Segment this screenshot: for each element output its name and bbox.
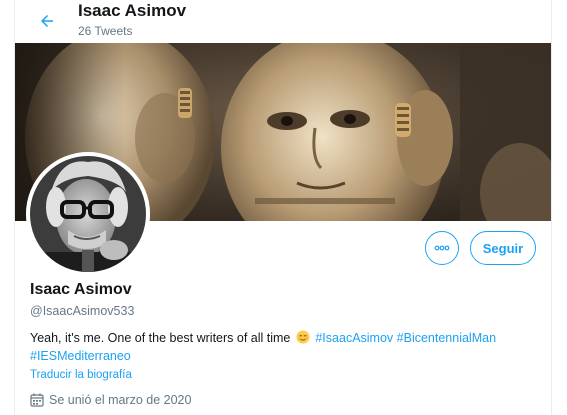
more-options-button[interactable] bbox=[425, 231, 459, 265]
hashtag-link[interactable]: #IsaacAsimov bbox=[315, 331, 393, 345]
back-button[interactable] bbox=[32, 6, 62, 36]
profile-bio: Yeah, it's me. One of the best writers o… bbox=[30, 329, 530, 365]
profile-page: Isaac Asimov 26 Tweets Seguir Isaac Asim… bbox=[0, 0, 567, 415]
more-options-icon bbox=[434, 245, 450, 251]
profile-handle: @IsaacAsimov533 bbox=[30, 304, 135, 318]
profile-header: Isaac Asimov 26 Tweets bbox=[15, 0, 551, 43]
bio-text: Yeah, it's me. One of the best writers o… bbox=[30, 331, 291, 345]
column-divider-right bbox=[551, 0, 552, 415]
relieved-face-emoji bbox=[296, 330, 310, 344]
tweet-count: 26 Tweets bbox=[78, 24, 133, 38]
profile-avatar[interactable] bbox=[26, 152, 150, 276]
hashtag-link[interactable]: #IESMediterraneo bbox=[30, 349, 131, 363]
arrow-left-icon bbox=[41, 15, 53, 27]
joined-date-label: Se unió el marzo de 2020 bbox=[49, 393, 192, 407]
calendar-icon bbox=[30, 393, 44, 407]
translate-bio-link[interactable]: Traducir la biografía bbox=[30, 369, 132, 381]
header-title: Isaac Asimov bbox=[78, 1, 187, 20]
follow-button[interactable]: Seguir bbox=[470, 231, 536, 265]
hashtag-link[interactable]: #BicentennialMan bbox=[397, 331, 496, 345]
avatar-photo-image bbox=[26, 152, 150, 276]
profile-name: Isaac Asimov bbox=[30, 281, 132, 298]
joined-date: Se unió el marzo de 2020 bbox=[30, 393, 191, 407]
